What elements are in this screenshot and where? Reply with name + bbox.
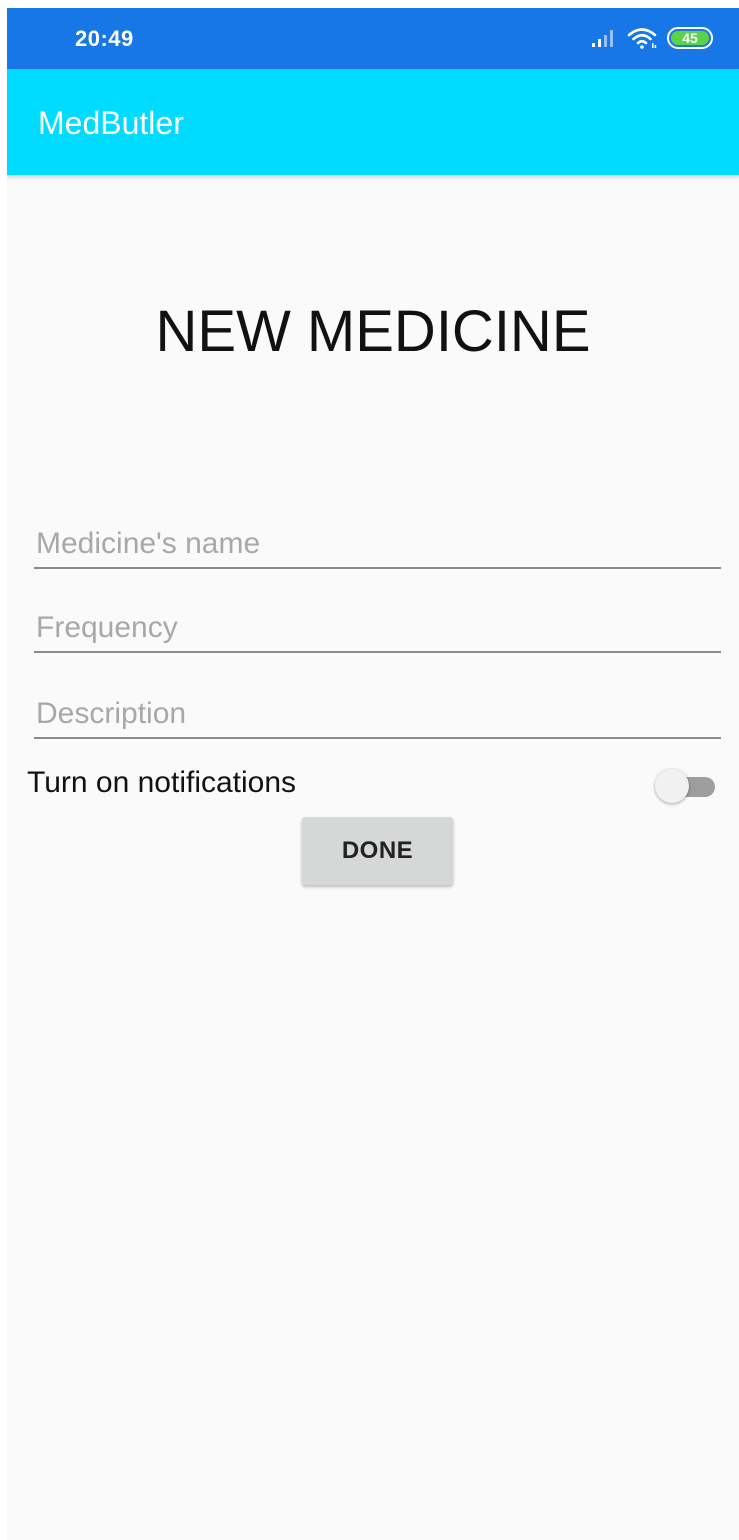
- toggle-thumb: [655, 769, 689, 803]
- battery-icon: 45: [667, 27, 713, 49]
- medicine-name-field: [34, 521, 721, 571]
- notifications-label: Turn on notifications: [27, 766, 297, 799]
- description-field: [34, 691, 721, 741]
- status-icons: 45: [591, 24, 713, 52]
- description-input[interactable]: [34, 691, 721, 739]
- frequency-field: [34, 605, 721, 655]
- app-title: MedButler: [38, 105, 184, 141]
- wifi-icon: [627, 26, 657, 50]
- medicine-name-input[interactable]: [34, 521, 721, 569]
- status-time: 20:49: [75, 26, 134, 51]
- notifications-row: Turn on notifications: [27, 761, 717, 803]
- frequency-input[interactable]: [34, 605, 721, 653]
- done-button[interactable]: DONE: [302, 817, 453, 885]
- page-title: NEW MEDICINE: [155, 299, 591, 364]
- screen: 20:49 45 MedButler NEW MEDICINE Medicine…: [7, 8, 739, 1540]
- battery-level: 45: [682, 30, 698, 46]
- notifications-toggle[interactable]: [655, 769, 717, 803]
- app-bar: MedButler: [7, 69, 739, 175]
- status-bar: 20:49 45: [7, 8, 739, 69]
- signal-icon: [591, 28, 617, 48]
